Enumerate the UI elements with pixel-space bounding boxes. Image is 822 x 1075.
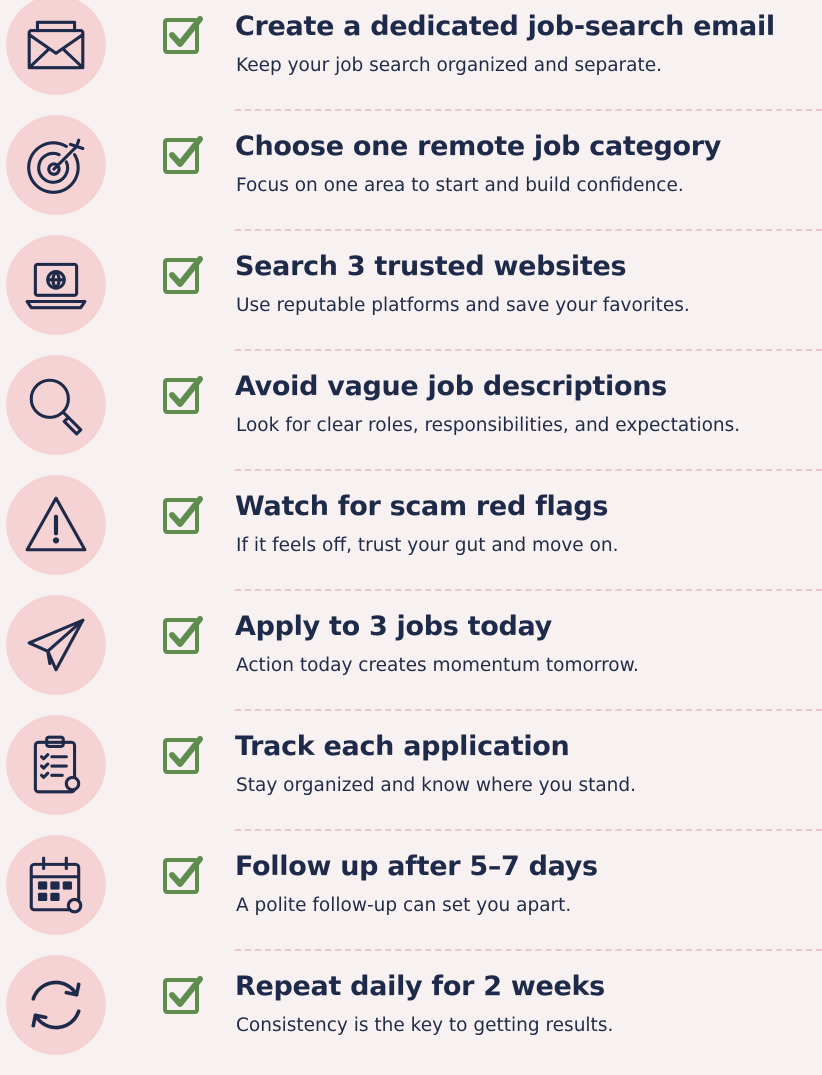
item-title: Search 3 trusted websites (235, 251, 627, 282)
checkbox-checked-icon (162, 135, 204, 177)
item-subtitle: Consistency is the key to getting result… (236, 1015, 614, 1036)
divider (235, 109, 822, 111)
divider (235, 709, 822, 711)
icon-circle (6, 235, 106, 335)
icon-circle (6, 835, 106, 935)
icon-circle (6, 0, 106, 95)
icon-circle (6, 595, 106, 695)
item-subtitle: Focus on one area to start and build con… (236, 175, 684, 196)
checklist-item: Choose one remote job category Focus on … (0, 115, 822, 235)
item-title: Follow up after 5–7 days (235, 851, 598, 882)
item-title: Avoid vague job descriptions (235, 371, 667, 402)
divider (235, 469, 822, 471)
icon-circle (6, 355, 106, 455)
checkbox-checked-icon (162, 255, 204, 297)
checkbox-checked-icon (162, 495, 204, 537)
item-title: Create a dedicated job-search email (235, 11, 775, 42)
divider (235, 229, 822, 231)
checklist-item: Follow up after 5–7 days A polite follow… (0, 835, 822, 955)
divider (235, 829, 822, 831)
divider (235, 589, 822, 591)
item-subtitle: Stay organized and know where you stand. (236, 775, 637, 796)
checklist-item: Search 3 trusted websites Use reputable … (0, 235, 822, 355)
item-subtitle: Keep your job search organized and separ… (236, 55, 662, 76)
checkbox-checked-icon (162, 375, 204, 417)
target-icon (27, 138, 85, 194)
item-title: Repeat daily for 2 weeks (235, 971, 605, 1002)
item-subtitle: Action today creates momentum tomorrow. (236, 655, 639, 676)
magnifier-icon (29, 378, 83, 436)
icon-circle (6, 115, 106, 215)
icon-circle (6, 475, 106, 575)
item-subtitle: If it feels off, trust your gut and move… (236, 535, 619, 556)
checklist-item: Create a dedicated job-search email Keep… (0, 0, 822, 115)
icon-circle (6, 715, 106, 815)
checklist-item: Avoid vague job descriptions Look for cl… (0, 355, 822, 475)
calendar-icon (29, 856, 83, 914)
item-subtitle: Look for clear roles, responsibilities, … (236, 415, 741, 436)
checklist-item: Apply to 3 jobs today Action today creat… (0, 595, 822, 715)
envelope-icon (27, 20, 85, 70)
icon-circle (6, 955, 106, 1055)
checklist-item: Watch for scam red flags If it feels off… (0, 475, 822, 595)
item-title: Watch for scam red flags (235, 491, 609, 522)
checkbox-checked-icon (162, 975, 204, 1017)
item-subtitle: Use reputable platforms and save your fa… (236, 295, 690, 316)
checkbox-checked-icon (162, 15, 204, 57)
checkbox-checked-icon (162, 615, 204, 657)
laptop-globe-icon (25, 262, 87, 310)
item-title: Choose one remote job category (235, 131, 722, 162)
item-subtitle: A polite follow-up can set you apart. (236, 895, 572, 916)
checklist-item: Track each application Stay organized an… (0, 715, 822, 835)
paper-plane-icon (27, 618, 85, 672)
warning-icon (25, 496, 87, 552)
checklist-item: Repeat daily for 2 weeks Consistency is … (0, 955, 822, 1075)
divider (235, 349, 822, 351)
checkbox-checked-icon (162, 735, 204, 777)
item-title: Track each application (235, 731, 570, 762)
repeat-icon (31, 980, 81, 1030)
clipboard-icon (33, 735, 81, 794)
item-title: Apply to 3 jobs today (235, 611, 552, 642)
checkbox-checked-icon (162, 855, 204, 897)
divider (235, 949, 822, 951)
